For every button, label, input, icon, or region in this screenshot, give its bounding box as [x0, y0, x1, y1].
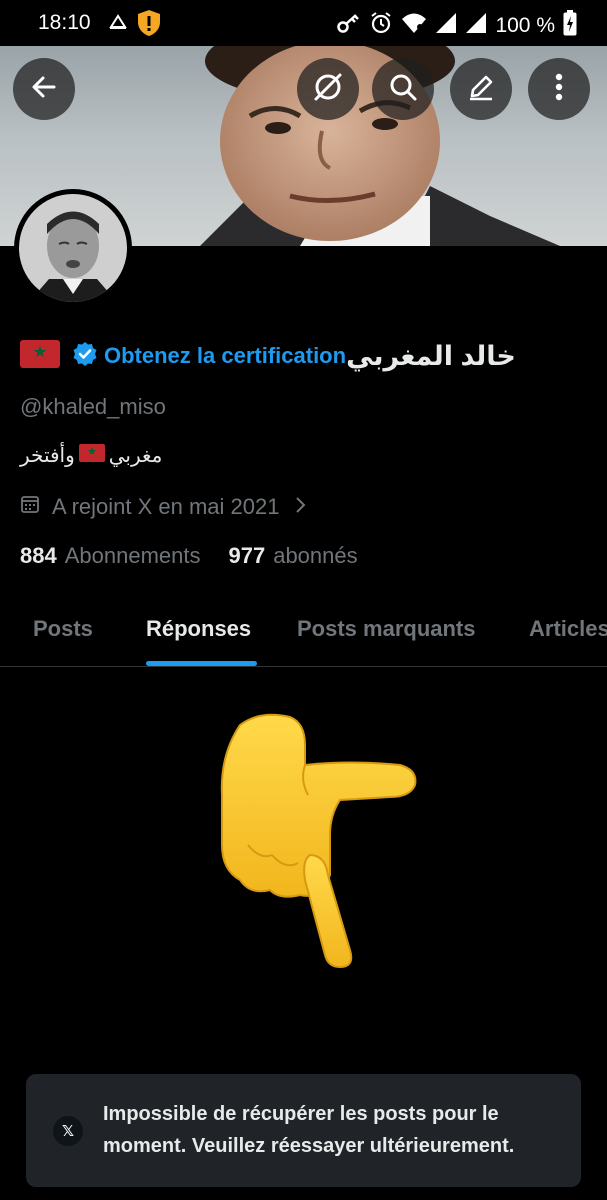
chevron-right-icon: [295, 494, 307, 520]
joined-date: A rejoint X en mai 2021: [52, 494, 280, 519]
avatar[interactable]: [14, 189, 132, 307]
more-icon: [554, 72, 564, 107]
more-button[interactable]: [528, 58, 590, 120]
wifi-icon: [401, 12, 427, 40]
tab-posts[interactable]: Posts: [33, 616, 93, 642]
get-verified-link[interactable]: Obtenez la certification: [104, 343, 346, 369]
status-bar: 18:10 100 %: [0, 0, 607, 46]
bio-flag-icon: [78, 443, 105, 468]
calendar-icon: [20, 494, 40, 520]
bio-text-start: مغربي: [108, 445, 163, 467]
battery-label: 100 %: [495, 14, 555, 37]
joined-row[interactable]: A rejoint X en mai 2021: [20, 494, 307, 520]
follow-stats: 884 Abonnements 977 abonnés: [20, 543, 358, 569]
arrow-left-icon: [28, 71, 60, 108]
battery-charging-icon: [563, 10, 577, 42]
following-count: 884: [20, 543, 57, 568]
profile-name-row: Obtenez la certification خالد المغربي: [20, 336, 516, 376]
following-label: Abonnements: [64, 543, 201, 568]
status-right: 100 %: [337, 10, 577, 42]
tab-articles[interactable]: Articles: [529, 616, 607, 642]
profile-tabs: Posts Réponses Posts marquants Articles: [0, 596, 607, 667]
pointing-down-hand-icon: [210, 705, 425, 975]
grok-button[interactable]: [297, 58, 359, 120]
display-name: خالد المغربي: [346, 340, 516, 371]
search-button[interactable]: [372, 58, 434, 120]
back-button[interactable]: [13, 58, 75, 120]
tab-highlights[interactable]: Posts marquants: [297, 616, 476, 642]
following-link[interactable]: 884 Abonnements: [20, 543, 200, 569]
edit-button[interactable]: [450, 58, 512, 120]
verified-badge-icon[interactable]: [72, 341, 98, 372]
followers-count: 977: [228, 543, 266, 568]
handle: @khaled_miso: [20, 394, 166, 419]
avatar-image: [19, 194, 127, 302]
app-notification-icon: [108, 12, 128, 32]
active-tab-indicator: [146, 661, 257, 666]
toast-message: Impossible de récupérer les posts pour l…: [103, 1103, 515, 1157]
alarm-icon: [369, 11, 393, 41]
search-icon: [387, 71, 419, 108]
morocco-flag-icon: [20, 339, 60, 373]
bio-text-end: وأفتخر: [20, 445, 75, 467]
signal-icon: [465, 12, 487, 40]
error-toast: 𝕏 Impossible de récupérer les posts pour…: [26, 1074, 581, 1187]
edit-icon: [465, 71, 497, 108]
followers-link[interactable]: 977 abonnés: [228, 543, 357, 569]
status-time: 18:10: [38, 11, 91, 34]
signal-icon: [435, 12, 457, 40]
x-logo-icon: 𝕏: [53, 1116, 83, 1146]
followers-label: abonnés: [273, 543, 358, 568]
key-icon: [337, 12, 361, 40]
shield-warning-icon: [137, 9, 161, 43]
bio: مغربي وأفتخر: [20, 443, 162, 468]
tab-replies[interactable]: Réponses: [146, 616, 251, 642]
grok-icon: [311, 70, 345, 109]
